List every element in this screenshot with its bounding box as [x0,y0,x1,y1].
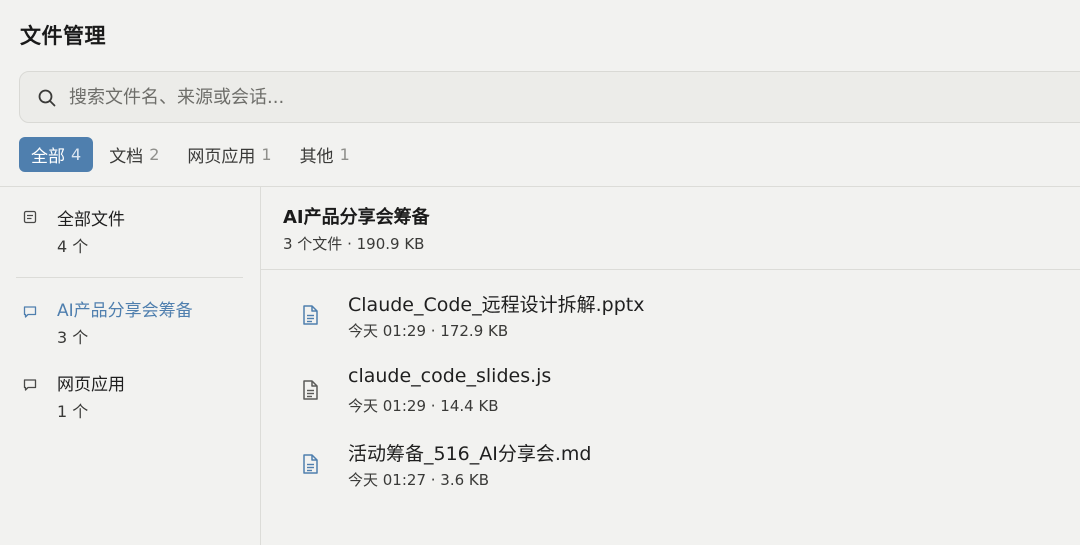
session-meta: 3 个文件 · 190.9 KB [283,235,425,253]
session-title: AI产品分享会筹备 [283,207,430,228]
tab-other[interactable]: 其他 1 [288,137,362,172]
sidebar-item-count: 4 个 [57,237,89,256]
tab-label: 其他 [299,147,334,167]
sidebar-item-label: 全部文件 [57,210,125,230]
chat-bubble-icon [23,306,37,318]
file-item[interactable]: claude_code_slides.js 今天 01:29 · 14.4 KB [290,365,1070,421]
document-icon [303,454,318,474]
sidebar-item-all-files[interactable]: 全部文件 4 个 [18,205,244,256]
file-item[interactable]: Claude_Code_远程设计拆解.pptx 今天 01:29 · 172.9… [290,290,1070,346]
sidebar-item-web-apps[interactable]: 网页应用 1 个 [18,370,244,421]
tab-count: 1 [339,145,350,164]
file-name: Claude_Code_远程设计拆解.pptx [348,294,645,316]
page-title: 文件管理 [20,24,106,48]
search-bar[interactable] [19,71,1080,123]
sidebar-divider [260,187,261,545]
tab-count: 1 [261,145,272,164]
file-manager-window: 文件管理 全部 4 文档 2 网页应用 1 其他 1 [0,0,1080,545]
tab-documents[interactable]: 文档 2 [97,137,171,172]
document-icon [303,305,318,325]
file-meta: 今天 01:27 · 3.6 KB [348,471,490,489]
tab-label: 网页应用 [187,147,256,167]
chat-bubble-icon [23,379,37,391]
file-meta: 今天 01:29 · 14.4 KB [348,397,499,415]
file-item[interactable]: 活动筹备_516_AI分享会.md 今天 01:27 · 3.6 KB [290,439,1070,495]
document-list-icon [23,210,37,224]
tab-label: 文档 [109,147,144,167]
sidebar-item-label: AI产品分享会筹备 [57,301,193,321]
tab-count: 4 [71,145,82,164]
tab-web-apps[interactable]: 网页应用 1 [175,137,283,172]
sidebar-item-count: 3 个 [57,328,89,347]
file-name: claude_code_slides.js [348,365,552,387]
tab-count: 2 [149,145,160,164]
tab-all[interactable]: 全部 4 [19,137,94,172]
sidebar-item-label: 网页应用 [57,375,125,395]
sidebar-item-count: 1 个 [57,402,89,421]
tab-label: 全部 [31,147,65,167]
detail-divider [261,269,1080,270]
filter-tabs: 全部 4 文档 2 网页应用 1 其他 1 [19,137,362,172]
search-icon [38,89,56,107]
sidebar-item-ai-product-session[interactable]: AI产品分享会筹备 3 个 [18,296,244,347]
search-input[interactable] [69,84,969,110]
file-meta: 今天 01:29 · 172.9 KB [348,322,509,340]
header-divider [0,186,1080,187]
document-icon [303,380,318,400]
sidebar-separator [16,277,243,278]
file-name: 活动筹备_516_AI分享会.md [348,443,592,465]
